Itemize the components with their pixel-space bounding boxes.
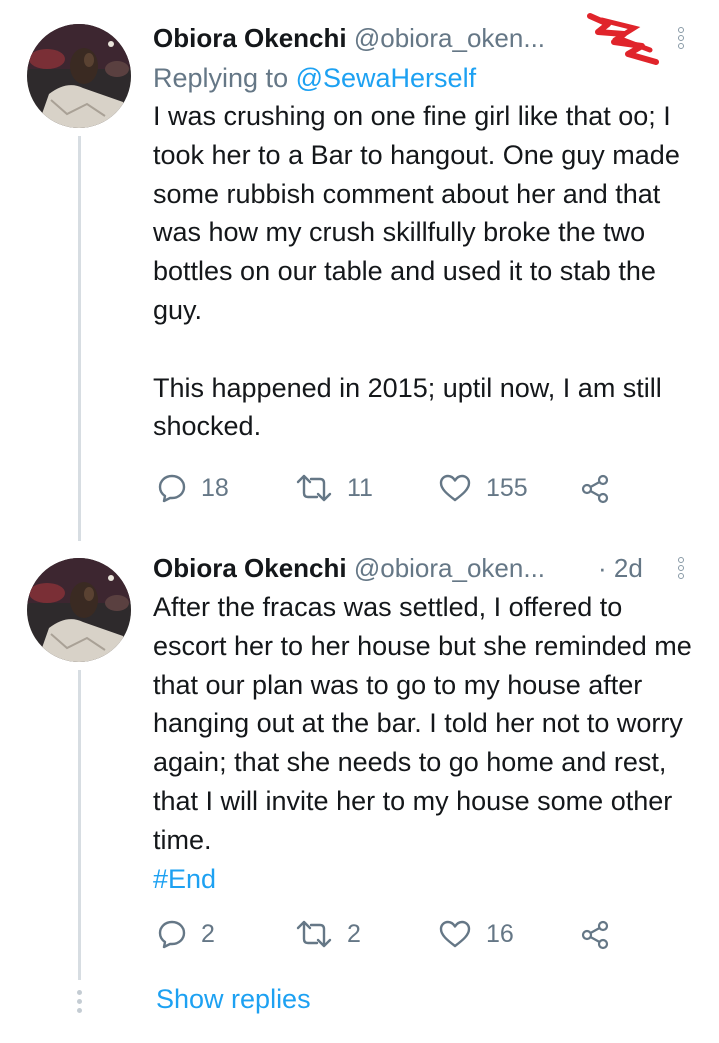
thread-line [78, 136, 81, 541]
share-button[interactable] [579, 473, 611, 505]
more-icon[interactable] [678, 27, 686, 51]
share-button[interactable] [579, 919, 611, 951]
like-button[interactable]: 155 [438, 473, 528, 503]
reply-icon [157, 919, 187, 949]
scribble-mark [587, 13, 659, 65]
replying-to-label: Replying to [153, 63, 296, 93]
retweet-icon [295, 473, 333, 503]
like-icon [438, 919, 472, 949]
author-name[interactable]: Obiora Okenchi [153, 23, 347, 53]
retweet-count: 11 [347, 473, 373, 502]
like-count: 155 [486, 473, 528, 502]
thread-line [78, 670, 81, 980]
tweet[interactable]: Obiora Okenchi @obiora_oken... · 2d Afte… [153, 551, 698, 898]
avatar[interactable] [27, 24, 131, 128]
share-icon [579, 919, 611, 951]
more-replies-dots [77, 990, 82, 1017]
retweet-count: 2 [347, 919, 361, 948]
reply-button[interactable]: 2 [157, 919, 215, 949]
share-icon [579, 473, 611, 505]
tweet-text-content: After the fracas was settled, I offered … [153, 592, 700, 855]
tweet-actions: 18 11 155 [153, 473, 698, 513]
author-handle[interactable]: @obiora_oken... [354, 23, 545, 53]
avatar[interactable] [27, 558, 131, 662]
author-handle[interactable]: @obiora_oken... [354, 553, 545, 583]
reply-button[interactable]: 18 [157, 473, 229, 503]
tweet-actions: 2 2 16 [153, 919, 698, 959]
like-icon [438, 473, 472, 503]
timestamp[interactable]: · 2d [598, 551, 643, 585]
tweet-header: Obiora Okenchi @obiora_oken... · 2d [153, 551, 698, 585]
tweet-text: I was crushing on one fine girl like tha… [153, 101, 680, 442]
like-button[interactable]: 16 [438, 919, 514, 949]
reply-count: 2 [201, 919, 215, 948]
reply-icon [157, 473, 187, 503]
more-icon[interactable] [678, 557, 686, 581]
retweet-button[interactable]: 2 [295, 919, 361, 949]
hashtag-link[interactable]: #End [153, 864, 216, 894]
reply-count: 18 [201, 473, 229, 502]
tweet-text: After the fracas was settled, I offered … [153, 588, 698, 898]
like-count: 16 [486, 919, 514, 948]
replying-to-link[interactable]: @SewaHerself [296, 63, 476, 93]
retweet-icon [295, 919, 333, 949]
retweet-button[interactable]: 11 [295, 473, 373, 503]
tweet[interactable]: Obiora Okenchi @obiora_oken... Replying … [153, 21, 698, 446]
show-replies-link[interactable]: Show replies [156, 984, 311, 1015]
author-name[interactable]: Obiora Okenchi [153, 553, 347, 583]
